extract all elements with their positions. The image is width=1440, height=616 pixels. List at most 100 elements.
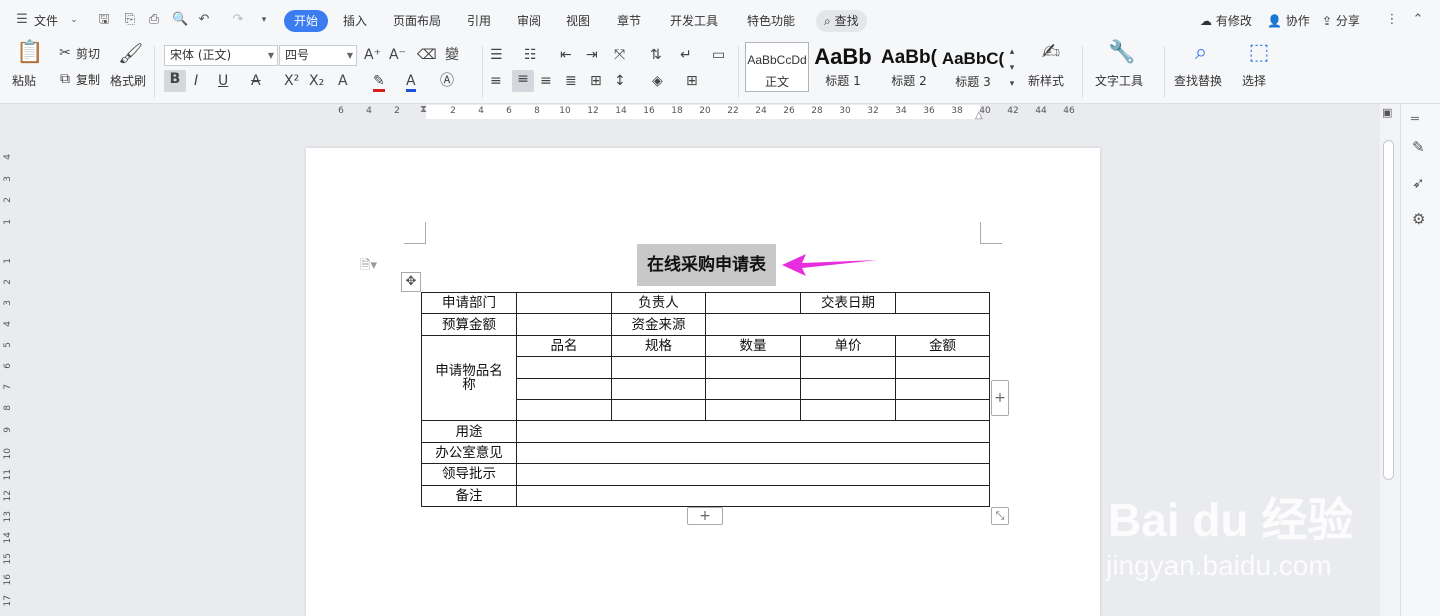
table-cell[interactable] [705,398,801,422]
style-heading-1[interactable]: AaBb 标题 1 [811,42,875,92]
table-cell[interactable]: 备注 [421,484,517,507]
table-cell[interactable] [895,398,990,422]
tab-insert[interactable]: 插入 [343,10,367,32]
table-cell[interactable]: 负责人 [611,291,706,315]
undo-icon[interactable]: ↶ [196,12,212,28]
underline-icon[interactable]: U [218,72,228,90]
table-cell[interactable] [800,398,896,422]
add-column-icon[interactable]: + [991,380,1009,416]
format-painter-button[interactable]: 格式刷 [110,74,146,88]
align-center-icon[interactable]: ≡ [512,70,534,92]
panel-handle-icon[interactable]: ═ [1411,112,1419,127]
tab-review[interactable]: 审阅 [517,10,541,32]
table-cell[interactable] [705,291,801,315]
select-icon[interactable]: ⬚ [1246,42,1272,64]
table-cell[interactable] [516,441,990,465]
table-cell[interactable]: 规格 [611,334,706,358]
align-left-icon[interactable]: ≡ [490,72,502,90]
search-button[interactable]: ⌕ 查找 [816,10,867,32]
text-tools-button[interactable]: 文字工具 [1095,74,1143,88]
table-cell[interactable] [516,377,612,400]
table-cell[interactable] [705,313,990,336]
scrollbar-thumb[interactable] [1383,140,1394,480]
table-cell[interactable] [895,377,990,400]
table-move-handle-icon[interactable]: ✥ [401,272,421,292]
tab-references[interactable]: 引用 [467,10,491,32]
shading-icon[interactable]: ◈ [652,72,663,90]
table-cell[interactable]: 交表日期 [800,291,896,315]
bullet-list-icon[interactable]: ☰ [490,46,503,64]
print-icon[interactable]: ⎙ [146,12,162,28]
collapse-ribbon-icon[interactable]: ⌃ [1410,12,1426,28]
table-cell[interactable]: 品名 [516,334,612,358]
table-cell[interactable] [516,313,612,336]
increase-indent-icon[interactable]: ⇥ [586,46,598,64]
copy-icon[interactable]: ⧉ [56,70,74,88]
copy-button[interactable]: 复制 [76,73,100,87]
find-replace-button[interactable]: 查找替换 [1174,74,1222,88]
paste-icon[interactable]: 📋 [16,42,43,70]
table-cell[interactable] [800,377,896,400]
tab-home[interactable]: 开始 [284,10,329,32]
collab-button[interactable]: 👤 协作 [1267,10,1310,32]
table-cell[interactable] [705,377,801,400]
pointer-icon[interactable]: ➶ [1412,174,1425,192]
select-button[interactable]: 选择 [1242,74,1266,88]
table-cell[interactable] [516,484,990,507]
ruler-toggle-icon[interactable]: ▭ [712,46,725,64]
table-cell[interactable]: 申请物品名称 [421,334,517,422]
tab-chapter[interactable]: 章节 [617,10,641,32]
gallery-scroll-icon[interactable]: ▴ ▾ ▾ [1007,44,1017,92]
table-cell[interactable] [516,398,612,422]
text-effect-icon[interactable]: A [338,72,348,90]
edit-pen-icon[interactable]: ✎ [1412,138,1425,156]
chinese-layout-icon[interactable]: ⤧ [614,46,625,64]
align-right-icon[interactable]: ≡ [540,72,552,90]
table-cell[interactable] [516,463,990,486]
settings-sliders-icon[interactable]: ⚙ [1412,210,1425,228]
table-cell[interactable] [611,398,706,422]
superscript-icon[interactable]: X² [284,72,299,90]
line-spacing-icon[interactable]: ↕ [614,72,626,90]
find-replace-icon[interactable]: ⌕ [1188,42,1214,64]
table-cell[interactable]: 单价 [800,334,896,358]
table-cell[interactable] [895,291,990,315]
add-row-icon[interactable]: + [687,507,723,525]
table-cell[interactable] [705,356,801,379]
export-icon[interactable]: ⎘ [122,12,138,28]
cut-button[interactable]: 剪切 [76,47,100,61]
table-cell[interactable]: 领导批示 [421,463,517,486]
tab-page-layout[interactable]: 页面布局 [393,10,441,32]
table-cell[interactable] [611,377,706,400]
shrink-font-icon[interactable]: A⁻ [389,46,406,64]
hamburger-icon[interactable]: ☰ [14,12,30,28]
bold-icon[interactable]: B [164,70,186,92]
table-resize-icon[interactable]: ⤡ [991,507,1009,525]
style-heading-2[interactable]: AaBb( 标题 2 [877,42,941,92]
chevron-down-icon[interactable]: ⌄ [66,12,82,28]
table-cell[interactable]: 资金来源 [611,313,706,336]
right-indent-icon[interactable]: △ [975,110,983,121]
table-cell[interactable]: 金额 [895,334,990,358]
tab-developer[interactable]: 开发工具 [670,10,718,32]
new-style-button[interactable]: 新样式 [1028,74,1064,88]
print-preview-icon[interactable]: 🔍 [172,12,188,28]
table-cell[interactable] [516,420,990,443]
table-cell[interactable]: 数量 [705,334,801,358]
file-menu[interactable]: 文件 [34,10,58,32]
modified-button[interactable]: ☁ 有修改 [1200,10,1252,32]
decrease-indent-icon[interactable]: ⇤ [560,46,572,64]
numbered-list-icon[interactable]: ☷ [524,46,537,64]
table-cell[interactable] [895,356,990,379]
paste-button[interactable]: 粘贴 [12,74,36,88]
wrench-icon[interactable]: 🔧 [1108,42,1135,64]
italic-icon[interactable]: I [194,72,198,90]
tab-special[interactable]: 特色功能 [747,10,795,32]
table-cell[interactable] [516,291,612,315]
table-cell[interactable]: 办公室意见 [421,441,517,465]
table-cell[interactable]: 用途 [421,420,517,443]
borders-icon[interactable]: ⊞ [686,72,698,90]
strikethrough-icon[interactable]: A [251,72,261,90]
char-border-icon[interactable]: Ⓐ [440,72,454,90]
table-cell[interactable] [800,356,896,379]
